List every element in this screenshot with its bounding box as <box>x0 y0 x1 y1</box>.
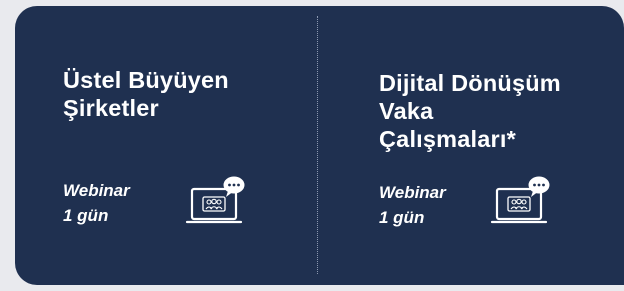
course-format: Webinar <box>379 183 446 202</box>
webinar-icon <box>490 176 550 224</box>
course-title-line: Çalışmaları* <box>379 126 516 152</box>
course-item-ustel-buyuyen-sirketler[interactable]: Üstel Büyüyen Şirketler Webinar 1 gün <box>63 6 293 285</box>
course-item-dijital-donusum-vaka-calismalari[interactable]: Dijital Dönüşüm Vaka Çalışmaları* Webina… <box>379 6 609 285</box>
course-duration: 1 gün <box>63 206 109 225</box>
course-title-line: Şirketler <box>63 95 159 121</box>
course-title[interactable]: Dijital Dönüşüm Vaka Çalışmaları* <box>379 69 561 153</box>
course-title-line: Dijital Dönüşüm <box>379 70 561 96</box>
course-format: Webinar <box>63 181 130 200</box>
course-meta: Webinar 1 gün <box>379 180 446 230</box>
course-title[interactable]: Üstel Büyüyen Şirketler <box>63 66 229 122</box>
column-divider <box>317 16 318 274</box>
course-duration: 1 gün <box>379 208 425 227</box>
course-title-line: Üstel Büyüyen <box>63 67 229 93</box>
course-title-line: Vaka <box>379 98 434 124</box>
webinar-icon <box>185 176 245 224</box>
course-card-panel: Üstel Büyüyen Şirketler Webinar 1 gün Di… <box>15 6 624 285</box>
course-meta: Webinar 1 gün <box>63 178 130 228</box>
